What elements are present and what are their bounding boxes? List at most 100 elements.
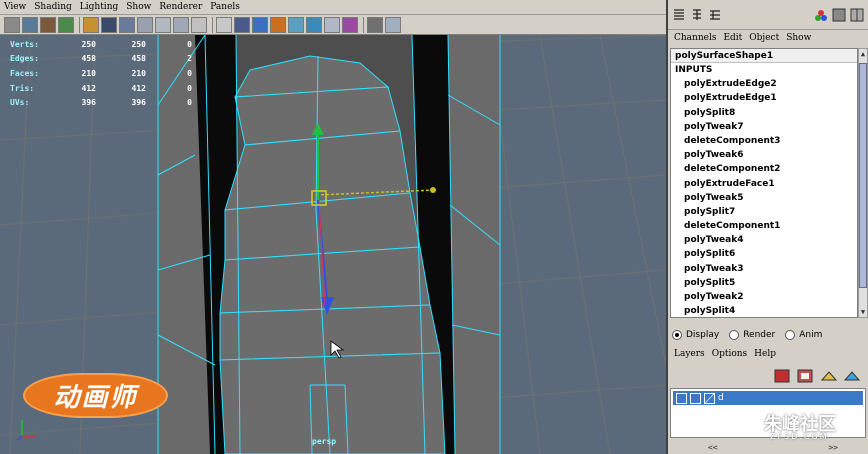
hud-value: 458: [131, 54, 146, 64]
inputs-header: INPUTS: [675, 65, 713, 75]
channel-box-icon[interactable]: [672, 8, 686, 22]
layer-options-icon[interactable]: [843, 368, 861, 384]
menu-shading[interactable]: Shading: [34, 2, 72, 12]
smooth-shade-icon[interactable]: [234, 16, 250, 33]
hud-value: 458: [81, 54, 96, 64]
toolbar-divider: [79, 16, 80, 33]
channel-box-scrollbar[interactable]: ▲ ▼: [858, 48, 868, 318]
channel-box-list[interactable]: polySurfaceShape1 INPUTS polyExtrudeEdge…: [670, 48, 858, 318]
new-layer-selected-icon[interactable]: [797, 368, 815, 384]
display-radio[interactable]: Display: [672, 330, 719, 340]
lighting-icon[interactable]: [270, 16, 286, 33]
menu-layers[interactable]: Layers: [674, 349, 705, 359]
wireframe-on-shaded-icon[interactable]: [306, 16, 322, 33]
bookmark-icon[interactable]: [40, 16, 56, 33]
layer-name[interactable]: d: [718, 393, 724, 403]
anim-radio[interactable]: Anim: [785, 330, 822, 340]
grid-icon[interactable]: [83, 16, 99, 33]
layer-row[interactable]: d: [673, 391, 863, 405]
new-layer-icon[interactable]: [774, 368, 792, 384]
history-node-item[interactable]: deleteComponent3: [671, 134, 857, 148]
scroll-down-icon[interactable]: ▼: [859, 308, 867, 316]
history-node-item[interactable]: polySplit5: [671, 276, 857, 290]
menu-help[interactable]: Help: [754, 349, 776, 359]
view-axis-icon: [17, 420, 36, 441]
menu-edit[interactable]: Edit: [723, 33, 742, 43]
gate-mask-icon[interactable]: [137, 16, 153, 33]
history-node-item[interactable]: polyTweak5: [671, 191, 857, 205]
safe-action-icon[interactable]: [173, 16, 189, 33]
radio-label: Display: [686, 330, 720, 340]
scroll-thumb[interactable]: [859, 63, 867, 288]
menu-lighting[interactable]: Lighting: [80, 2, 118, 12]
watermark-subtext: ZF3D.COM: [770, 432, 829, 441]
hud-value: 250: [81, 39, 96, 49]
layers-menu: Layers Options Help: [674, 349, 783, 359]
select-camera-icon[interactable]: [4, 16, 20, 33]
layout-icon[interactable]: [832, 8, 846, 22]
layer-type-toggle[interactable]: [690, 392, 701, 404]
render-radio[interactable]: Render: [729, 330, 775, 340]
isolate-select-icon[interactable]: [367, 16, 383, 33]
menu-show[interactable]: Show: [126, 2, 151, 12]
hud-row-verts: Verts: 250 250 0: [10, 37, 192, 52]
history-node-item[interactable]: polyExtrudeEdge2: [671, 77, 857, 91]
hud-row-tris: Tris: 412 412 0: [10, 81, 192, 96]
history-node-item[interactable]: polyTweak3: [671, 262, 857, 276]
nav-right-button[interactable]: >>: [828, 443, 838, 452]
scroll-up-icon[interactable]: ▲: [859, 50, 867, 58]
color-balls-icon[interactable]: [814, 8, 828, 22]
history-node-item[interactable]: deleteComponent1: [671, 219, 857, 233]
panel-layout-icon[interactable]: [850, 8, 864, 22]
history-node-item[interactable]: deleteComponent2: [671, 162, 857, 176]
course-logo: 动画师: [23, 373, 168, 418]
radio-dot: [729, 330, 740, 340]
nav-left-button[interactable]: <<: [708, 443, 718, 452]
layer-editor-icon[interactable]: [820, 368, 838, 384]
hud-label: Tris:: [10, 83, 35, 93]
safe-title-icon[interactable]: [191, 16, 207, 33]
film-gate-icon[interactable]: [101, 16, 117, 33]
hud-value: 396: [81, 98, 96, 108]
viewport-3d[interactable]: View Shading Lighting Show Renderer Pane…: [0, 0, 666, 454]
menu-show[interactable]: Show: [786, 33, 811, 43]
menu-view[interactable]: View: [4, 2, 26, 12]
menu-panels[interactable]: Panels: [210, 2, 240, 12]
camera-attr-icon[interactable]: [22, 16, 38, 33]
history-node-item[interactable]: polySplit4: [671, 304, 857, 317]
history-node-item[interactable]: polyTweak7: [671, 120, 857, 134]
menu-channels[interactable]: Channels: [674, 33, 716, 43]
history-node-item[interactable]: polySplit7: [671, 205, 857, 219]
history-node-item[interactable]: polyExtrudeFace1: [671, 177, 857, 191]
channel-box-panel: Channels Edit Object Show polySurfaceSha…: [666, 0, 868, 454]
history-node-item[interactable]: polySplit8: [671, 106, 857, 120]
xray-icon[interactable]: [324, 16, 340, 33]
history-node-item[interactable]: polyTweak2: [671, 290, 857, 304]
attribute-editor-icon[interactable]: [690, 8, 704, 22]
resolution-gate-icon[interactable]: [119, 16, 135, 33]
layer-visibility-toggle[interactable]: [676, 392, 687, 404]
shadows-icon[interactable]: [288, 16, 304, 33]
history-node-item[interactable]: polyExtrudeEdge1: [671, 91, 857, 105]
tool-settings-icon[interactable]: [708, 8, 722, 22]
history-node-item[interactable]: polyTweak4: [671, 233, 857, 247]
field-chart-icon[interactable]: [155, 16, 171, 33]
layer-tools: [774, 368, 861, 384]
menu-options[interactable]: Options: [712, 349, 747, 359]
watermark-logo-icon: [736, 412, 764, 434]
image-plane-icon[interactable]: [58, 16, 74, 33]
hud-value: 0: [187, 39, 192, 49]
hud-value: 250: [131, 39, 146, 49]
hud-label: Faces:: [10, 68, 39, 78]
xray-joints-icon[interactable]: [342, 16, 358, 33]
layer-color-swatch[interactable]: [704, 392, 715, 404]
high-quality-icon[interactable]: [385, 16, 401, 33]
wireframe-icon[interactable]: [216, 16, 232, 33]
history-node-item[interactable]: polyTweak6: [671, 148, 857, 162]
hud-value: 0: [187, 68, 192, 78]
menu-object[interactable]: Object: [749, 33, 779, 43]
shape-node-name[interactable]: polySurfaceShape1: [671, 49, 857, 63]
textured-icon[interactable]: [252, 16, 268, 33]
menu-renderer[interactable]: Renderer: [159, 2, 202, 12]
history-node-item[interactable]: polySplit6: [671, 247, 857, 261]
